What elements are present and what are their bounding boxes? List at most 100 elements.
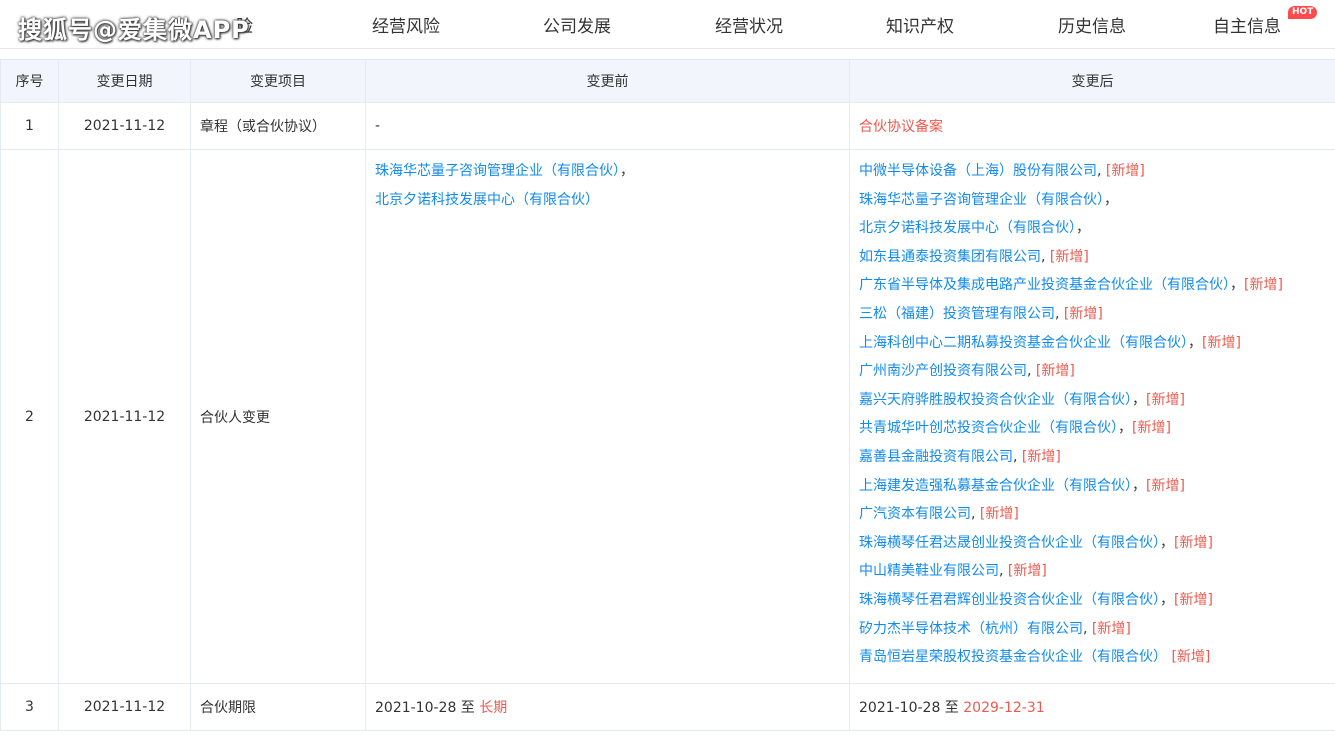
new-tag: [新增] — [1091, 620, 1131, 637]
watermark: 搜狐号@爱集微APP — [18, 16, 250, 44]
change-record-table: 序号 变更日期 变更项目 变更前 变更后 1 2021-11-12 章程（或合伙… — [0, 59, 1335, 731]
row-item: 合伙人变更 — [190, 149, 366, 684]
partner-link[interactable]: 嘉善县金融投资有限公司 — [859, 449, 1013, 465]
new-tag: [新增] — [1146, 477, 1185, 494]
new-tag: [新增] — [1174, 534, 1213, 551]
header-after: 变更后 — [849, 59, 1335, 103]
after-partner-line: 广汽资本有限公司, [新增] — [859, 500, 1335, 529]
partner-link[interactable]: 广汽资本有限公司 — [859, 506, 971, 522]
separator: , — [999, 563, 1008, 580]
after-partner-line: 矽力杰半导体技术（杭州）有限公司, [新增] — [859, 615, 1335, 644]
partner-link[interactable]: 广东省半导体及集成电路产业投资基金合伙企业（有限合伙） — [859, 277, 1230, 293]
new-tag: [新增] — [1146, 391, 1185, 408]
before-partner-line: 北京夕诺科技发展中心（有限合伙） — [375, 186, 849, 215]
header-before: 变更前 — [365, 59, 850, 103]
new-tag: [新增] — [1007, 563, 1047, 580]
separator: ， — [620, 163, 634, 179]
tab-operating-status[interactable]: 经营状况 — [715, 12, 783, 37]
tab-self-info[interactable]: 自主信息 — [1213, 12, 1281, 37]
after-partner-line: 如东县通泰投资集团有限公司, [新增] — [859, 243, 1335, 272]
new-tag: [新增] — [1174, 591, 1213, 608]
separator: , — [1083, 620, 1092, 637]
table-row: 2 2021-11-12 合伙人变更 珠海华芯量子咨询管理企业（有限合伙）， 北京… — [0, 149, 1335, 684]
before-partner-line: 珠海华芯量子咨询管理企业（有限合伙）， — [375, 157, 849, 186]
new-tag: [新增] — [1021, 448, 1061, 465]
separator: ， — [1132, 391, 1146, 408]
new-tag: [新增] — [1171, 649, 1211, 666]
after-partner-line: 珠海华芯量子咨询管理企业（有限合伙）， — [859, 186, 1335, 215]
row-date: 2021-11-12 — [58, 149, 191, 684]
header-item: 变更项目 — [190, 59, 366, 103]
row-index: 1 — [0, 102, 59, 150]
table-row: 3 2021-11-12 合伙期限 2021-10-28 至 长期 2021-1… — [0, 683, 1335, 731]
after-partner-line: 青岛恒岩星荣股权投资基金合伙企业（有限合伙） [新增] — [859, 643, 1335, 672]
after-partner-line: 上海建发造强私募基金合伙企业（有限合伙），[新增] — [859, 472, 1335, 501]
new-tag: [新增] — [1105, 163, 1145, 179]
table-row: 1 2021-11-12 章程（或合伙协议） - 合伙协议备案 — [0, 102, 1335, 150]
row-date: 2021-11-12 — [58, 683, 191, 731]
after-term-start: 2021-10-28 至 — [859, 700, 964, 716]
partner-link[interactable]: 嘉兴天府骅胜股权投资合伙企业（有限合伙） — [859, 392, 1132, 408]
header-index: 序号 — [0, 59, 59, 103]
before-term-start: 2021-10-28 至 — [375, 700, 480, 716]
separator: ， — [1188, 334, 1202, 351]
separator: ， — [1160, 591, 1174, 608]
after-partner-line: 中微半导体设备（上海）股份有限公司, [新增] — [859, 157, 1335, 186]
row-after: 中微半导体设备（上海）股份有限公司, [新增] 珠海华芯量子咨询管理企业（有限合伙… — [849, 149, 1335, 684]
after-partner-line: 广州南沙产创投资有限公司, [新增] — [859, 357, 1335, 386]
partner-link[interactable]: 珠海华芯量子咨询管理企业（有限合伙） — [375, 163, 620, 179]
after-partner-line: 嘉善县金融投资有限公司, [新增] — [859, 443, 1335, 472]
tab-history-info[interactable]: 历史信息 — [1058, 12, 1126, 37]
partner-link[interactable]: 珠海横琴任君君辉创业投资合伙企业（有限合伙） — [859, 592, 1160, 608]
partner-link[interactable]: 北京夕诺科技发展中心（有限合伙） — [375, 192, 599, 208]
partner-link[interactable]: 珠海华芯量子咨询管理企业（有限合伙） — [859, 192, 1104, 208]
partner-link[interactable]: 珠海横琴任君达晟创业投资合伙企业（有限合伙） — [859, 535, 1160, 551]
before-term-end: 长期 — [479, 700, 508, 716]
separator: , — [1055, 305, 1064, 322]
partner-link[interactable]: 三松（福建）投资管理有限公司 — [859, 306, 1055, 322]
partner-link[interactable]: 如东县通泰投资集团有限公司 — [859, 249, 1041, 265]
after-partner-line: 珠海横琴任君君辉创业投资合伙企业（有限合伙），[新增] — [859, 586, 1335, 615]
tab-operating-risk[interactable]: 经营风险 — [372, 12, 440, 37]
partner-link[interactable]: 上海科创中心二期私募投资基金合伙企业（有限合伙） — [859, 335, 1188, 351]
separator: ， — [1118, 420, 1132, 437]
row-before: 珠海华芯量子咨询管理企业（有限合伙）， 北京夕诺科技发展中心（有限合伙） — [365, 149, 850, 684]
separator: ， — [1104, 191, 1118, 208]
partner-link[interactable]: 中山精美鞋业有限公司 — [859, 563, 999, 579]
after-partner-line: 中山精美鞋业有限公司, [新增] — [859, 557, 1335, 586]
new-tag: [新增] — [1202, 334, 1241, 351]
row-before: - — [365, 102, 850, 150]
new-tag: [新增] — [1049, 248, 1089, 265]
row-item: 章程（或合伙协议） — [190, 102, 366, 150]
separator: , — [1027, 363, 1036, 380]
row-item: 合伙期限 — [190, 683, 366, 731]
separator: ， — [1132, 477, 1146, 494]
separator: ， — [1076, 220, 1090, 237]
new-tag: [新增] — [979, 506, 1019, 523]
table-header-row: 序号 变更日期 变更项目 变更前 变更后 — [0, 59, 1335, 103]
new-tag: [新增] — [1035, 363, 1075, 380]
after-partner-line: 嘉兴天府骅胜股权投资合伙企业（有限合伙），[新增] — [859, 386, 1335, 415]
new-tag: [新增] — [1244, 277, 1283, 294]
header-date: 变更日期 — [58, 59, 191, 103]
partner-link[interactable]: 矽力杰半导体技术（杭州）有限公司 — [859, 621, 1083, 637]
after-partner-line: 三松（福建）投资管理有限公司, [新增] — [859, 300, 1335, 329]
tab-intellectual-property[interactable]: 知识产权 — [886, 12, 954, 37]
after-partner-line: 广东省半导体及集成电路产业投资基金合伙企业（有限合伙），[新增] — [859, 271, 1335, 300]
after-term-end: 2029-12-31 — [963, 700, 1045, 716]
separator: ， — [1160, 534, 1174, 551]
partner-link[interactable]: 上海建发造强私募基金合伙企业（有限合伙） — [859, 478, 1132, 494]
new-tag: [新增] — [1132, 420, 1171, 437]
row-before: 2021-10-28 至 长期 — [365, 683, 850, 731]
partner-link[interactable]: 北京夕诺科技发展中心（有限合伙） — [859, 220, 1076, 236]
separator: , — [1013, 448, 1022, 465]
hot-badge: HOT — [1288, 6, 1318, 19]
separator: , — [1041, 248, 1050, 265]
partner-link[interactable]: 青岛恒岩星荣股权投资基金合伙企业（有限合伙） — [859, 649, 1167, 665]
row-index: 2 — [0, 149, 59, 684]
tab-company-development[interactable]: 公司发展 — [543, 12, 611, 37]
top-navigation: 险 经营风险 公司发展 经营状况 知识产权 历史信息 自主信息 HOT 搜狐号@… — [0, 0, 1335, 49]
partner-link[interactable]: 广州南沙产创投资有限公司 — [859, 363, 1027, 379]
partner-link[interactable]: 共青城华叶创芯投资合伙企业（有限合伙） — [859, 420, 1118, 436]
partner-link[interactable]: 中微半导体设备（上海）股份有限公司 — [859, 163, 1097, 179]
